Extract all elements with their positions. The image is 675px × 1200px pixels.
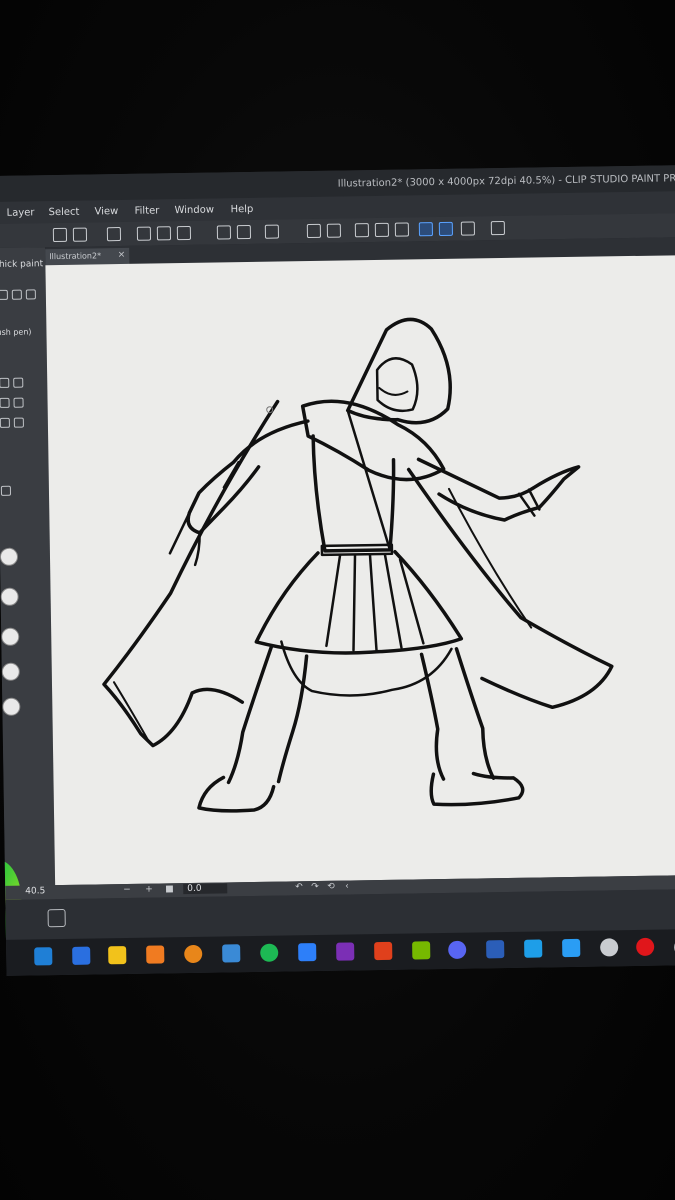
nvidia-icon[interactable] bbox=[412, 941, 431, 960]
record-icon[interactable] bbox=[106, 227, 122, 242]
open-folder-icon[interactable] bbox=[156, 226, 172, 241]
menu-help[interactable]: Help bbox=[230, 204, 253, 215]
navigator-icon[interactable] bbox=[47, 908, 66, 928]
media-player-icon[interactable] bbox=[298, 943, 317, 962]
drawing-canvas[interactable] bbox=[45, 254, 675, 886]
brush-size-swatch[interactable] bbox=[1, 662, 20, 681]
grid-snap-icon[interactable] bbox=[460, 221, 475, 236]
new-document-icon[interactable] bbox=[72, 227, 88, 242]
zoom-out-icon[interactable]: − bbox=[123, 885, 131, 895]
discord-icon[interactable] bbox=[448, 940, 467, 959]
setting-icon[interactable] bbox=[13, 377, 24, 388]
brush-name[interactable]: ush pen) bbox=[0, 327, 32, 337]
tab-label: Illustration2* bbox=[49, 251, 102, 262]
sticky-notes-icon[interactable] bbox=[108, 946, 127, 965]
mail-icon[interactable] bbox=[34, 947, 53, 966]
brush-size-swatch[interactable] bbox=[1, 627, 20, 646]
office-icon[interactable] bbox=[374, 941, 393, 961]
fit-icon[interactable]: ■ bbox=[165, 884, 174, 894]
new-file-icon[interactable] bbox=[136, 226, 152, 241]
deselect-icon[interactable] bbox=[374, 222, 390, 238]
setting-icon[interactable] bbox=[0, 417, 10, 428]
flip-icon[interactable]: ‹ bbox=[345, 882, 349, 892]
save-icon[interactable] bbox=[176, 225, 192, 241]
remote-icon[interactable] bbox=[562, 938, 581, 958]
special-ruler-icon[interactable] bbox=[438, 221, 453, 237]
reset-rotation-icon[interactable]: ⟲ bbox=[327, 882, 335, 892]
rotate-left-icon[interactable]: ↶ bbox=[295, 882, 303, 892]
setting-icon[interactable] bbox=[13, 417, 24, 428]
invert-icon[interactable] bbox=[394, 222, 410, 237]
brush-size-swatch[interactable] bbox=[0, 547, 19, 566]
redo-icon[interactable] bbox=[236, 224, 252, 240]
zoom-in-icon[interactable]: + bbox=[145, 885, 153, 895]
xampp-icon[interactable] bbox=[146, 945, 165, 964]
tab-illustration2[interactable]: Illustration2* × bbox=[45, 247, 130, 266]
dropbox-icon[interactable] bbox=[72, 946, 91, 965]
brush-size-swatch[interactable] bbox=[0, 587, 19, 606]
menu-layer[interactable]: Layer bbox=[7, 207, 35, 218]
rotation-field[interactable]: 0.0 bbox=[183, 883, 228, 895]
sub-tool-name[interactable]: thick paint bbox=[0, 259, 43, 270]
setting-icon[interactable] bbox=[0, 377, 10, 388]
help-icon[interactable] bbox=[490, 220, 505, 236]
window-title: Illustration2* (3000 x 4000px 72dpi 40.5… bbox=[337, 173, 675, 190]
close-icon[interactable]: × bbox=[118, 250, 126, 260]
menu-filter[interactable]: Filter bbox=[134, 205, 159, 216]
rotate-right-icon[interactable]: ↷ bbox=[311, 882, 319, 892]
blender-icon[interactable] bbox=[184, 944, 203, 964]
word-icon[interactable] bbox=[486, 940, 505, 959]
notion-icon[interactable] bbox=[222, 944, 241, 963]
line-art-drawing bbox=[102, 317, 614, 813]
fill-icon[interactable] bbox=[306, 223, 322, 239]
opera-icon[interactable] bbox=[636, 937, 655, 957]
transform-icon[interactable] bbox=[326, 223, 342, 238]
photo-of-monitor: Illustration2* (3000 x 4000px 72dpi 40.5… bbox=[0, 0, 675, 1200]
cloud-icon[interactable] bbox=[600, 938, 619, 957]
wrench-icon[interactable] bbox=[0, 485, 12, 496]
menu-window[interactable]: Window bbox=[174, 205, 214, 217]
menu-view[interactable]: View bbox=[94, 206, 118, 217]
ruler-snap-icon[interactable] bbox=[418, 222, 433, 237]
undo-icon[interactable] bbox=[216, 225, 232, 240]
trash-icon[interactable] bbox=[25, 289, 36, 300]
menu-select[interactable]: Select bbox=[48, 207, 79, 218]
setting-icon[interactable] bbox=[0, 397, 10, 408]
app-window: Illustration2* (3000 x 4000px 72dpi 40.5… bbox=[0, 165, 675, 976]
loading-icon[interactable] bbox=[264, 224, 280, 239]
setting-icon[interactable] bbox=[13, 397, 24, 408]
menu-icon[interactable] bbox=[52, 227, 68, 243]
copy-icon[interactable] bbox=[11, 289, 22, 300]
onenote-icon[interactable] bbox=[336, 942, 355, 961]
brush-size-swatch[interactable] bbox=[2, 697, 21, 716]
zoom-level[interactable]: 40.5 bbox=[25, 886, 45, 896]
add-icon[interactable] bbox=[0, 289, 8, 300]
ccleaner-icon[interactable] bbox=[524, 939, 543, 958]
select-all-icon[interactable] bbox=[354, 223, 370, 238]
spotify-icon[interactable] bbox=[260, 943, 279, 962]
